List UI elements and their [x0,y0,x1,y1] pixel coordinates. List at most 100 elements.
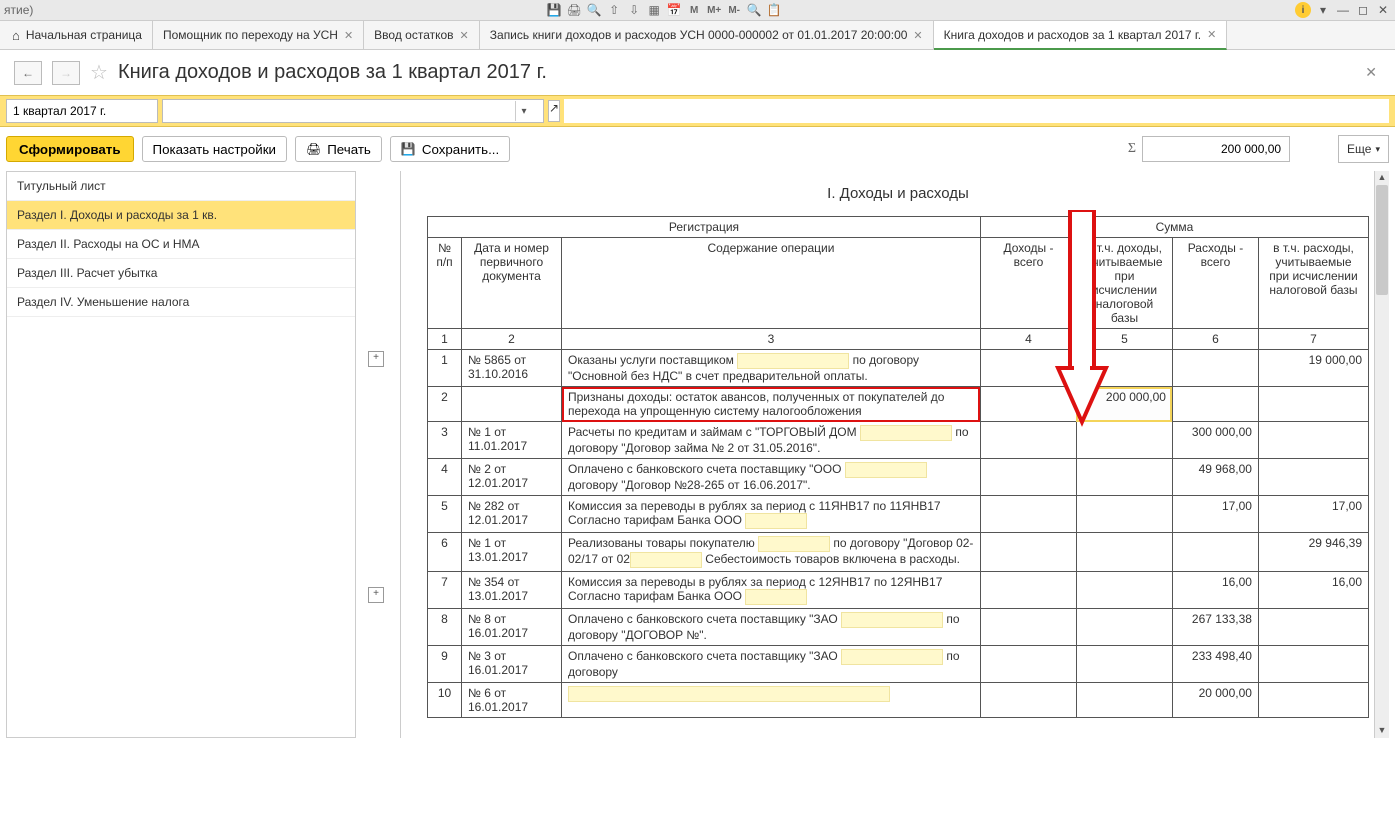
cell-amount-4[interactable] [980,609,1076,646]
cell-amount-6[interactable]: 233 498,40 [1172,646,1258,683]
cell-amount-7[interactable]: 16,00 [1258,572,1368,609]
org-open-icon[interactable]: ↗ [548,100,560,122]
cell-amount-5[interactable] [1076,459,1172,496]
cell-amount-6[interactable] [1172,533,1258,572]
cell-amount-6[interactable] [1172,387,1258,422]
search-icon[interactable]: 🔍 [586,2,602,18]
cell-amount-7[interactable]: 29 946,39 [1258,533,1368,572]
cell-amount-5[interactable]: 200 000,00 [1076,387,1172,422]
table-row: 6№ 1 от 13.01.2017Реализованы товары пок… [428,533,1369,572]
memory-mminus-icon[interactable]: M- [726,2,742,18]
print-button[interactable]: 🖨Печать [295,136,382,162]
cell-amount-5[interactable] [1076,533,1172,572]
cell-amount-4[interactable] [980,572,1076,609]
cell-amount-7[interactable] [1258,422,1368,459]
cell-amount-5[interactable] [1076,422,1172,459]
upload-icon[interactable]: ⇧ [606,2,622,18]
org-input[interactable] [163,101,515,121]
table-row: 10№ 6 от 16.01.201720 000,00 [428,683,1369,718]
cell-amount-6[interactable]: 267 133,38 [1172,609,1258,646]
zoom-icon[interactable]: 🔍 [746,2,762,18]
cell-amount-4[interactable] [980,459,1076,496]
cell-amount-6[interactable]: 49 968,00 [1172,459,1258,496]
cell-amount-6[interactable] [1172,350,1258,387]
report-area: ▲ ▼ I. Доходы и расходы Регистрация Сумм… [400,171,1389,738]
cell-amount-5[interactable] [1076,646,1172,683]
org-combo[interactable]: ▾ [162,99,544,123]
memory-m-icon[interactable]: M [686,2,702,18]
tab-label: Запись книги доходов и расходов УСН 0000… [490,28,908,42]
more-button[interactable]: Еще▾ [1338,135,1389,163]
sidebar-item-2[interactable]: Раздел II. Расходы на ОС и НМА [7,230,355,259]
grid-icon[interactable]: ▦ [646,2,662,18]
cell-amount-5[interactable] [1076,496,1172,533]
info-icon[interactable]: i [1295,2,1311,18]
tab-close-icon[interactable]: ✕ [913,29,922,42]
print-icon[interactable]: 🖨 [566,2,582,18]
report-section-title: I. Доходы и расходы [427,185,1369,202]
calendar-icon[interactable]: 📅 [666,2,682,18]
header-expense-total: Расходы - всего [1172,238,1258,329]
cell-amount-7[interactable]: 19 000,00 [1258,350,1368,387]
tab-close-icon[interactable]: ✕ [460,29,469,42]
cell-amount-7[interactable] [1258,459,1368,496]
cell-amount-7[interactable] [1258,646,1368,683]
cell-amount-5[interactable] [1076,572,1172,609]
expand-toggle-1[interactable]: + [368,351,384,367]
show-settings-button[interactable]: Показать настройки [142,136,287,162]
sum-field[interactable] [1142,136,1290,162]
cell-amount-7[interactable] [1258,683,1368,718]
tab-close-icon[interactable]: ✕ [344,29,353,42]
cell-operation: Оказаны услуги поставщиком по договору "… [562,350,981,387]
maximize-icon[interactable]: ◻ [1355,2,1371,18]
cell-amount-4[interactable] [980,646,1076,683]
cell-amount-6[interactable]: 17,00 [1172,496,1258,533]
sidebar-item-1[interactable]: Раздел I. Доходы и расходы за 1 кв. [7,201,355,230]
tab-1[interactable]: Помощник по переходу на УСН✕ [153,21,364,49]
cell-amount-5[interactable] [1076,350,1172,387]
save-icon[interactable]: 💾 [546,2,562,18]
cell-amount-4[interactable] [980,350,1076,387]
close-page-icon[interactable]: ✕ [1361,60,1381,85]
cell-amount-4[interactable] [980,496,1076,533]
cell-amount-6[interactable]: 16,00 [1172,572,1258,609]
cell-amount-4[interactable] [980,683,1076,718]
form-button[interactable]: Сформировать [6,136,134,162]
nav-forward-button[interactable]: → [52,61,80,85]
tab-0[interactable]: ⌂Начальная страница [2,21,153,49]
memory-mplus-icon[interactable]: M+ [706,2,722,18]
tab-close-icon[interactable]: ✕ [1207,28,1216,41]
download-icon[interactable]: ⇩ [626,2,642,18]
dropdown-icon[interactable]: ▾ [1315,2,1331,18]
period-input[interactable] [7,101,174,121]
favorite-star-icon[interactable]: ☆ [90,60,108,85]
cell-amount-4[interactable] [980,387,1076,422]
cell-amount-4[interactable] [980,422,1076,459]
org-dropdown-icon[interactable]: ▾ [515,101,532,121]
copy-icon[interactable]: 📋 [766,2,782,18]
cell-amount-7[interactable]: 17,00 [1258,496,1368,533]
minimize-icon[interactable]: — [1335,2,1351,18]
chevron-down-icon: ▾ [1375,144,1380,155]
sidebar-item-4[interactable]: Раздел IV. Уменьшение налога [7,288,355,317]
sidebar-item-3[interactable]: Раздел III. Расчет убытка [7,259,355,288]
cell-amount-5[interactable] [1076,683,1172,718]
tab-4[interactable]: Книга доходов и расходов за 1 квартал 20… [934,21,1228,50]
printer-icon: 🖨 [306,142,321,156]
cell-amount-7[interactable] [1258,609,1368,646]
cell-amount-5[interactable] [1076,609,1172,646]
cell-amount-6[interactable]: 300 000,00 [1172,422,1258,459]
close-icon[interactable]: ✕ [1375,2,1391,18]
sidebar-item-0[interactable]: Титульный лист [7,172,355,201]
cell-amount-6[interactable]: 20 000,00 [1172,683,1258,718]
period-combo[interactable]: … [6,99,158,123]
cell-amount-4[interactable] [980,533,1076,572]
tab-3[interactable]: Запись книги доходов и расходов УСН 0000… [480,21,934,49]
save-button[interactable]: 💾Сохранить... [390,136,510,162]
expand-toggle-2[interactable]: + [368,587,384,603]
table-row: 1№ 5865 от 31.10.2016Оказаны услуги пост… [428,350,1369,387]
tab-2[interactable]: Ввод остатков✕ [364,21,480,49]
nav-back-button[interactable]: ← [14,61,42,85]
cell-amount-7[interactable] [1258,387,1368,422]
cell-doc: № 8 от 16.01.2017 [462,609,562,646]
